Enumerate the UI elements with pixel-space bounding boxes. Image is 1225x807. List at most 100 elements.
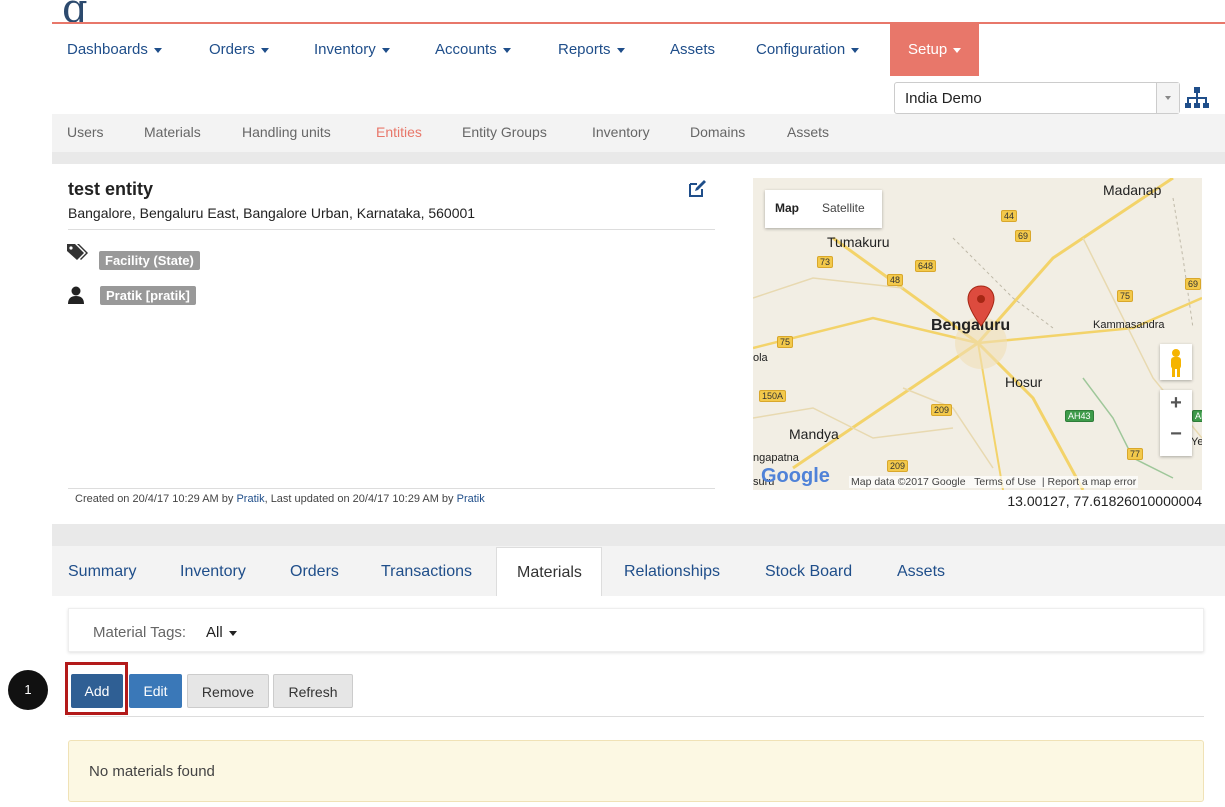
empty-state-message: No materials found [89, 763, 215, 780]
map-label: Tumakuru [827, 234, 890, 250]
zoom-out-button[interactable]: − [1160, 423, 1192, 446]
entity-tag-badge: Facility (State) [99, 251, 200, 270]
map-label: Kammasandra [1093, 319, 1165, 331]
highway-shield: AH43 [1065, 410, 1094, 422]
map-label: Ye [1191, 436, 1202, 448]
map-label: ola [753, 352, 768, 364]
chevron-down-icon [228, 630, 237, 636]
street-view-pegman-icon[interactable] [1160, 344, 1192, 380]
domain-hierarchy-icon[interactable] [1184, 86, 1210, 110]
highway-shield: 75 [1117, 290, 1134, 302]
tab-orders[interactable]: Orders [290, 563, 339, 581]
refresh-button[interactable]: Refresh [273, 674, 353, 708]
map-label: ngapatna [753, 452, 799, 464]
updated-by-link[interactable]: Pratik [457, 493, 485, 505]
entity-map[interactable]: Map Satellite Madanap Tumakuru Bengaluru… [753, 178, 1202, 490]
chevron-down-icon [616, 47, 625, 53]
highway-shield: 69 [1015, 230, 1032, 242]
nav-setup[interactable]: Setup [890, 24, 980, 76]
highway-shield: 209 [931, 404, 953, 416]
remove-button[interactable]: Remove [187, 674, 269, 708]
material-tags-dropdown[interactable]: All [206, 624, 237, 641]
entity-address: Bangalore, Bengaluru East, Bangalore Urb… [68, 205, 476, 221]
highway-shield: 150A [759, 390, 787, 402]
edit-icon[interactable] [687, 179, 707, 199]
tab-relationships[interactable]: Relationships [624, 563, 720, 581]
chevron-down-icon [260, 47, 269, 53]
empty-state-alert: No materials found [68, 740, 1204, 802]
section-gap [52, 152, 1225, 164]
highway-shield: 648 [915, 260, 937, 272]
map-coordinates: 13.00127, 77.61826010000004 [1007, 493, 1202, 509]
chevron-down-icon [851, 47, 860, 53]
highway-shield: 48 [887, 274, 904, 286]
highway-shield: AH [1192, 410, 1202, 422]
map-pin-icon[interactable] [965, 284, 997, 328]
nav-reports[interactable]: Reports [558, 24, 625, 76]
entity-footer-divider [68, 488, 715, 489]
map-label: Mandya [789, 426, 839, 442]
highway-shield: 77 [1127, 448, 1144, 460]
google-logo: Google [761, 465, 830, 487]
terms-of-use-link[interactable]: Terms of Use [974, 476, 1036, 488]
entity-user-badge[interactable]: Pratik [pratik] [100, 286, 196, 305]
chevron-down-icon [502, 47, 511, 53]
highway-shield: 75 [777, 336, 794, 348]
created-by-link[interactable]: Pratik [236, 493, 264, 505]
map-type-toggle: Map Satellite [765, 190, 882, 228]
section-gap [52, 524, 1225, 546]
step-number-badge: 1 [8, 670, 48, 710]
map-label: Madanap [1103, 182, 1162, 198]
nav-dashboards[interactable]: Dashboards [67, 24, 162, 76]
map-view-button[interactable]: Map [775, 201, 799, 215]
satellite-view-button[interactable]: Satellite [822, 201, 865, 215]
edit-button[interactable]: Edit [129, 674, 182, 708]
chevron-down-icon [953, 47, 962, 53]
subnav-materials[interactable]: Materials [144, 124, 201, 140]
user-icon [68, 286, 84, 304]
map-footer: Google Map data ©2017 Google Terms of Us… [753, 465, 1202, 490]
tab-assets[interactable]: Assets [897, 563, 945, 581]
tab-transactions[interactable]: Transactions [381, 563, 472, 581]
domain-select[interactable]: India Demo [894, 82, 1180, 114]
subnav-inventory[interactable]: Inventory [592, 124, 650, 140]
map-label: Hosur [1005, 374, 1043, 390]
zoom-in-button[interactable]: + [1160, 392, 1192, 415]
entity-tabs: Summary Inventory Orders Transactions Re… [52, 546, 1225, 596]
report-map-error-link[interactable]: Report a map error [1047, 476, 1136, 488]
subnav-assets[interactable]: Assets [787, 124, 829, 140]
material-tags-label: Material Tags: [93, 624, 187, 641]
subnav-entities[interactable]: Entities [376, 124, 422, 158]
tab-inventory[interactable]: Inventory [180, 563, 246, 581]
nav-orders[interactable]: Orders [209, 24, 269, 76]
entity-name: test entity [68, 179, 154, 199]
chevron-down-icon [153, 47, 162, 53]
subnav-domains[interactable]: Domains [690, 124, 745, 140]
nav-configuration[interactable]: Configuration [756, 24, 860, 76]
highway-shield: 209 [887, 460, 909, 472]
highway-shield: 44 [1001, 210, 1018, 222]
entity-divider [68, 229, 715, 230]
map-attribution: Map data ©2017 Google Terms of Use | Rep… [849, 476, 1139, 488]
sub-nav: Users Materials Handling units Entities … [52, 114, 1225, 158]
highway-shield: 69 [1185, 278, 1202, 290]
subnav-handling-units[interactable]: Handling units [242, 124, 331, 140]
add-button[interactable]: Add [71, 674, 123, 708]
subnav-entity-groups[interactable]: Entity Groups [462, 124, 547, 140]
tab-summary[interactable]: Summary [68, 563, 136, 581]
material-tags-filter: Material Tags: All [68, 608, 1204, 652]
nav-inventory[interactable]: Inventory [314, 24, 390, 76]
chevron-down-icon [381, 47, 390, 53]
main-nav: Dashboards Orders Inventory Accounts Rep… [52, 24, 1225, 76]
dropdown-arrow-icon[interactable] [1156, 83, 1179, 113]
entity-audit-info: Created on 20/4/17 10:29 AM by Pratik, L… [75, 493, 485, 505]
tags-icon [66, 242, 90, 262]
highway-shield: 73 [817, 256, 834, 268]
nav-accounts[interactable]: Accounts [435, 24, 511, 76]
subnav-users[interactable]: Users [67, 124, 104, 140]
tab-materials[interactable]: Materials [496, 547, 602, 597]
tab-stock-board[interactable]: Stock Board [765, 563, 852, 581]
toolbar-divider [68, 716, 1204, 717]
map-zoom-controls: + − [1160, 390, 1192, 456]
nav-assets[interactable]: Assets [670, 24, 715, 76]
